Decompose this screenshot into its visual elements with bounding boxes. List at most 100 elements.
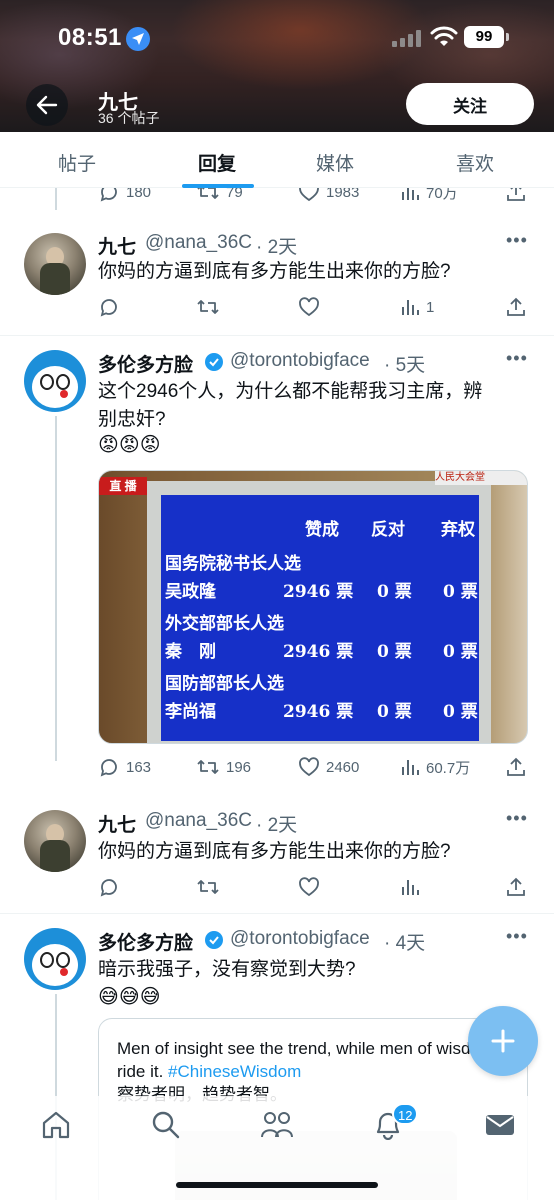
emoji-row: 😡😡😡 <box>98 434 161 456</box>
avatar[interactable] <box>24 233 86 295</box>
like-count: 1983 <box>326 188 360 201</box>
board-row-for: 2946 票 <box>283 582 354 602</box>
repost-icon <box>197 188 219 199</box>
more-options-icon[interactable]: ••• <box>506 808 528 829</box>
tab-likes[interactable]: 喜欢 <box>456 149 494 176</box>
arrow-left-icon <box>36 95 58 115</box>
board-row-title: 国务院秘书长人选 <box>165 554 301 574</box>
messages-envelope-icon[interactable] <box>484 1110 516 1140</box>
author-handle[interactable]: @torontobigface <box>230 350 370 372</box>
like-button[interactable] <box>298 296 326 318</box>
author-name[interactable]: 九七 <box>98 232 136 259</box>
repost-button[interactable]: 79 <box>196 188 243 203</box>
battery-icon: 99 <box>464 26 504 48</box>
share-icon <box>507 757 525 776</box>
share-button[interactable] <box>506 876 526 898</box>
search-icon[interactable] <box>150 1110 182 1140</box>
tab-replies[interactable]: 回复 <box>198 149 236 176</box>
views-icon <box>402 880 419 895</box>
share-icon <box>507 188 525 201</box>
author-handle[interactable]: @nana_36C <box>145 232 252 254</box>
home-icon[interactable] <box>40 1110 72 1140</box>
share-icon <box>507 877 525 896</box>
post-time[interactable]: · 4天 <box>384 928 425 955</box>
views-count: 70万 <box>426 188 458 202</box>
post-count: 36 个帖子 <box>98 110 160 126</box>
like-button[interactable] <box>298 876 320 898</box>
author-name[interactable]: 多伦多方脸 <box>98 928 193 955</box>
avatar[interactable] <box>24 350 86 412</box>
avatar[interactable] <box>24 928 86 990</box>
views-button[interactable] <box>400 876 420 898</box>
repost-button[interactable]: 196 <box>196 756 251 778</box>
post-time[interactable]: · 5天 <box>384 350 425 377</box>
reply-count: 163 <box>126 758 152 776</box>
reply-count: 180 <box>126 188 152 201</box>
heart-icon <box>299 877 319 897</box>
reply-icon <box>100 879 117 897</box>
author-name[interactable]: 多伦多方脸 <box>98 350 193 377</box>
board-row-abstain: 0 票 <box>443 702 478 722</box>
reply-button[interactable]: 180 <box>98 188 151 203</box>
post-time[interactable]: · 2天 <box>256 810 297 837</box>
views-button[interactable]: 1 <box>400 296 434 318</box>
board-row-against: 0 票 <box>377 702 412 722</box>
tab-posts[interactable]: 帖子 <box>58 149 96 176</box>
heart-icon <box>299 188 319 202</box>
live-tag: 直 播 <box>99 477 147 495</box>
communities-icon[interactable] <box>260 1110 294 1140</box>
post-text: 你妈的方逼到底有多方能生出来你的方脸? <box>98 841 451 862</box>
board-row-abstain: 0 票 <box>443 582 478 602</box>
like-count: 2460 <box>326 758 360 776</box>
repost-button[interactable] <box>196 876 220 898</box>
repost-count: 79 <box>226 188 243 201</box>
back-button[interactable] <box>26 84 68 126</box>
share-button[interactable] <box>506 188 526 203</box>
status-time: 08:51 <box>58 24 122 51</box>
views-icon <box>402 760 419 775</box>
post-time[interactable]: · 2天 <box>256 232 297 259</box>
like-button[interactable]: 1983 <box>298 188 359 203</box>
views-button[interactable]: 70万 <box>400 188 458 203</box>
more-options-icon[interactable]: ••• <box>506 348 528 369</box>
post-text-line: 别忠奸? <box>98 409 166 430</box>
location-arrow-icon <box>126 27 150 51</box>
compose-button[interactable] <box>468 1006 538 1076</box>
views-button[interactable]: 60.7万 <box>400 756 470 778</box>
board-row-abstain: 0 票 <box>443 642 478 662</box>
post-text: 你妈的方逼到底有多方能生出来你的方脸? <box>98 261 451 282</box>
reply-button[interactable] <box>98 296 126 318</box>
repost-icon <box>197 760 219 774</box>
repost-button[interactable] <box>196 296 226 318</box>
repost-icon <box>197 300 219 314</box>
board-row-against: 0 票 <box>377 642 412 662</box>
reply-button[interactable] <box>98 876 120 898</box>
share-button[interactable] <box>506 296 526 318</box>
board-header: 弃权 <box>441 520 475 540</box>
reply-icon <box>100 759 117 777</box>
avatar[interactable] <box>24 810 86 872</box>
post-image[interactable]: 直 播 人民大会堂 赞成 反对 弃权 国务院秘书长人选 吴政隆 2946 票 0… <box>98 470 528 744</box>
reply-button[interactable]: 163 <box>98 756 151 778</box>
board-row-person: 秦 刚 <box>165 642 216 662</box>
like-button[interactable]: 2460 <box>298 756 359 778</box>
reply-icon <box>100 299 117 317</box>
views-count: 60.7万 <box>426 759 471 777</box>
hashtag-link[interactable]: #ChineseWisdom <box>168 1062 301 1081</box>
board-row-for: 2946 票 <box>283 642 354 662</box>
heart-icon <box>299 757 319 777</box>
cellular-signal-icon <box>392 29 422 47</box>
author-handle[interactable]: @torontobigface <box>230 928 370 950</box>
more-options-icon[interactable]: ••• <box>506 230 528 251</box>
follow-button[interactable]: 关注 <box>406 83 534 125</box>
more-options-icon[interactable]: ••• <box>506 926 528 947</box>
home-indicator <box>176 1182 378 1188</box>
board-row-title: 国防部部长人选 <box>165 674 284 694</box>
author-handle[interactable]: @nana_36C <box>145 810 252 832</box>
share-icon <box>507 297 525 316</box>
repost-count: 196 <box>226 758 252 776</box>
share-button[interactable] <box>506 756 526 778</box>
heart-icon <box>299 297 319 317</box>
author-name[interactable]: 九七 <box>98 810 136 837</box>
tab-media[interactable]: 媒体 <box>316 149 354 176</box>
